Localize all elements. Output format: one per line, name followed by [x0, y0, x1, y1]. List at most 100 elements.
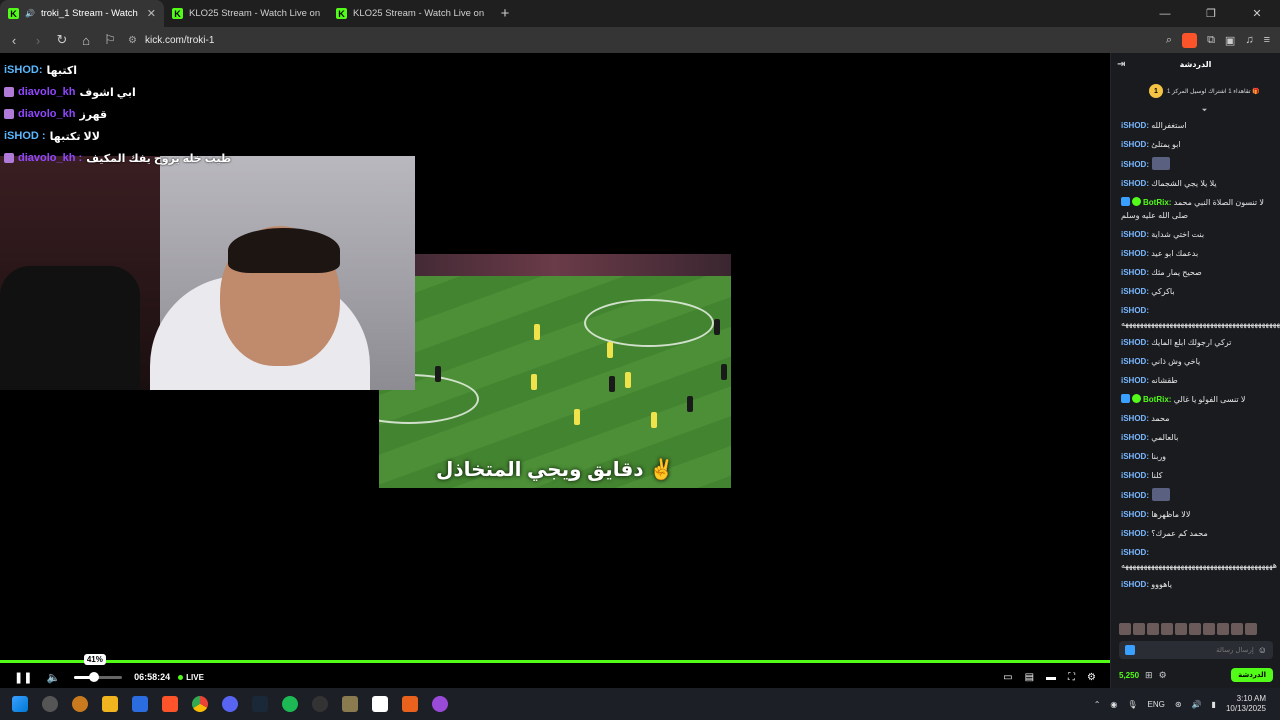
task-view-icon[interactable]: [42, 696, 58, 712]
emote-icon[interactable]: [1161, 623, 1173, 635]
chat-username[interactable]: iSHOD:: [1121, 452, 1149, 461]
sidebar-icon[interactable]: ▣: [1225, 34, 1235, 47]
network-icon[interactable]: ⊛: [1175, 700, 1182, 709]
chat-username[interactable]: iSHOD:: [1121, 338, 1149, 347]
app-icon[interactable]: [432, 696, 448, 712]
volume-slider[interactable]: 41%: [74, 653, 123, 682]
word-icon[interactable]: [132, 696, 148, 712]
emote-icon[interactable]: [1189, 623, 1201, 635]
tray-overflow-icon[interactable]: ⌃: [1094, 700, 1101, 709]
app-icon[interactable]: [102, 696, 118, 712]
start-icon[interactable]: [12, 696, 28, 712]
pause-icon[interactable]: ❚❚: [14, 671, 32, 684]
chat-username[interactable]: iSHOD:: [1121, 510, 1149, 519]
emote-icon[interactable]: [1119, 623, 1131, 635]
chat-username[interactable]: iSHOD:: [1121, 548, 1149, 557]
close-tab-icon[interactable]: ✕: [147, 7, 156, 20]
emote-icon[interactable]: [1147, 623, 1159, 635]
chat-settings-icon[interactable]: ⚙: [1159, 670, 1167, 681]
chat-username[interactable]: iSHOD:: [1121, 491, 1149, 500]
expand-pinned-icon[interactable]: ⏷: [1129, 107, 1280, 116]
url-text[interactable]: kick.com/troki-1: [145, 35, 214, 46]
extensions-icon[interactable]: ⧉: [1207, 34, 1215, 47]
tray-app-icon[interactable]: ◉: [1110, 700, 1117, 709]
brave-shields-icon[interactable]: [1182, 32, 1198, 48]
app-icon[interactable]: [342, 696, 358, 712]
battery-icon[interactable]: ▮: [1212, 700, 1216, 709]
chat-username[interactable]: iSHOD:: [1121, 160, 1149, 169]
emote-icon[interactable]: [1231, 623, 1243, 635]
emote-icon[interactable]: [1133, 623, 1145, 635]
back-icon[interactable]: ‹: [4, 33, 24, 48]
channel-points[interactable]: 5,250: [1119, 671, 1139, 680]
seek-bar[interactable]: [0, 660, 1110, 663]
chat-username[interactable]: iSHOD:: [1121, 357, 1149, 366]
tab-troki[interactable]: K 🔊 troki_1 Stream - Watch Live o ✕: [0, 0, 164, 27]
chat-username[interactable]: iSHOD:: [1121, 230, 1149, 239]
address-bar[interactable]: ⚙ kick.com/troki-1: [128, 35, 1166, 46]
chat-username[interactable]: iSHOD:: [1121, 529, 1149, 538]
obs-icon[interactable]: [312, 696, 328, 712]
chat-username[interactable]: iSHOD:: [1121, 376, 1149, 385]
chat-username[interactable]: iSHOD:: [1121, 179, 1149, 188]
steam-icon[interactable]: [252, 696, 268, 712]
chat-message-input[interactable]: [1139, 646, 1254, 654]
language-indicator[interactable]: ENG: [1148, 700, 1165, 709]
brave-icon[interactable]: [162, 696, 178, 712]
volume-handle[interactable]: [88, 671, 99, 682]
collapse-chat-icon[interactable]: ⇥: [1117, 59, 1125, 70]
emote-icon[interactable]: [1217, 623, 1229, 635]
chat-username[interactable]: iSHOD:: [1121, 121, 1149, 130]
discord-icon[interactable]: [222, 696, 238, 712]
send-chat-button[interactable]: الدردشة: [1231, 668, 1273, 682]
gift-icon[interactable]: ⊞: [1145, 670, 1153, 681]
chat-username[interactable]: iSHOD:: [1121, 249, 1149, 258]
miniplayer-icon[interactable]: ▭: [1003, 672, 1012, 683]
clip-icon[interactable]: ▤: [1025, 672, 1034, 683]
minimize-button[interactable]: —: [1142, 0, 1188, 27]
close-window-button[interactable]: ✕: [1234, 0, 1280, 27]
emote-icon[interactable]: [1203, 623, 1215, 635]
chat-username[interactable]: iSHOD:: [1121, 580, 1149, 589]
chat-username[interactable]: iSHOD:: [1121, 140, 1149, 149]
restore-button[interactable]: ❐: [1188, 0, 1234, 27]
menu-icon[interactable]: ≡: [1264, 34, 1270, 46]
volume-icon[interactable]: 🔈: [46, 671, 60, 684]
chat-username[interactable]: BotRix:: [1143, 395, 1171, 404]
taskbar-clock[interactable]: 3:10 AM 10/13/2025: [1226, 694, 1266, 714]
forward-icon[interactable]: ›: [28, 33, 48, 48]
emoji-picker-icon[interactable]: ☺: [1258, 645, 1267, 655]
app-icon[interactable]: [282, 696, 298, 712]
emote-icon[interactable]: [1175, 623, 1187, 635]
chat-username[interactable]: iSHOD:: [1121, 414, 1149, 423]
new-tab-button[interactable]: +: [492, 0, 518, 27]
pinned-gift-banner[interactable]: 1 تقاهداء 1 اشتراك لوسيل المركز 1 🎁: [1111, 75, 1280, 107]
chat-input-box[interactable]: ☺: [1119, 641, 1273, 659]
chat-username[interactable]: iSHOD:: [1121, 268, 1149, 277]
app-icon[interactable]: [72, 696, 88, 712]
fullscreen-icon[interactable]: ⛶: [1068, 672, 1075, 683]
theater-mode-icon[interactable]: ▬: [1046, 672, 1056, 683]
media-icon[interactable]: ♫: [1245, 34, 1253, 46]
video-player[interactable]: iSHOD: اكتبها diavolo_kh ابي اشوف diavol…: [0, 53, 1110, 661]
chat-username[interactable]: iSHOD:: [1121, 433, 1149, 442]
speaker-icon[interactable]: 🔊: [1192, 700, 1202, 709]
zoom-icon[interactable]: ⌕: [1166, 34, 1172, 47]
reload-icon[interactable]: ↻: [52, 32, 72, 48]
microphone-icon[interactable]: 🎙: [1127, 700, 1137, 709]
tab-klo25-1[interactable]: K KLO25 Stream - Watch Live on Kick: [164, 0, 328, 27]
chat-username[interactable]: iSHOD:: [1121, 287, 1149, 296]
tab-klo25-2[interactable]: K KLO25 Stream - Watch Live on Kick: [328, 0, 492, 27]
chat-username[interactable]: iSHOD:: [1121, 306, 1149, 315]
site-info-icon[interactable]: ⚙: [128, 35, 137, 46]
capcut-icon[interactable]: [372, 696, 388, 712]
audio-playing-icon[interactable]: 🔊: [25, 9, 35, 18]
home-icon[interactable]: ⌂: [76, 33, 96, 48]
emote-icon[interactable]: [1245, 623, 1257, 635]
chrome-icon[interactable]: [192, 696, 208, 712]
app-icon[interactable]: [402, 696, 418, 712]
chat-username[interactable]: iSHOD:: [1121, 471, 1149, 480]
bookmark-icon[interactable]: ⚐: [100, 32, 120, 48]
settings-icon[interactable]: ⚙: [1087, 672, 1096, 683]
chat-username[interactable]: BotRix:: [1143, 198, 1171, 207]
